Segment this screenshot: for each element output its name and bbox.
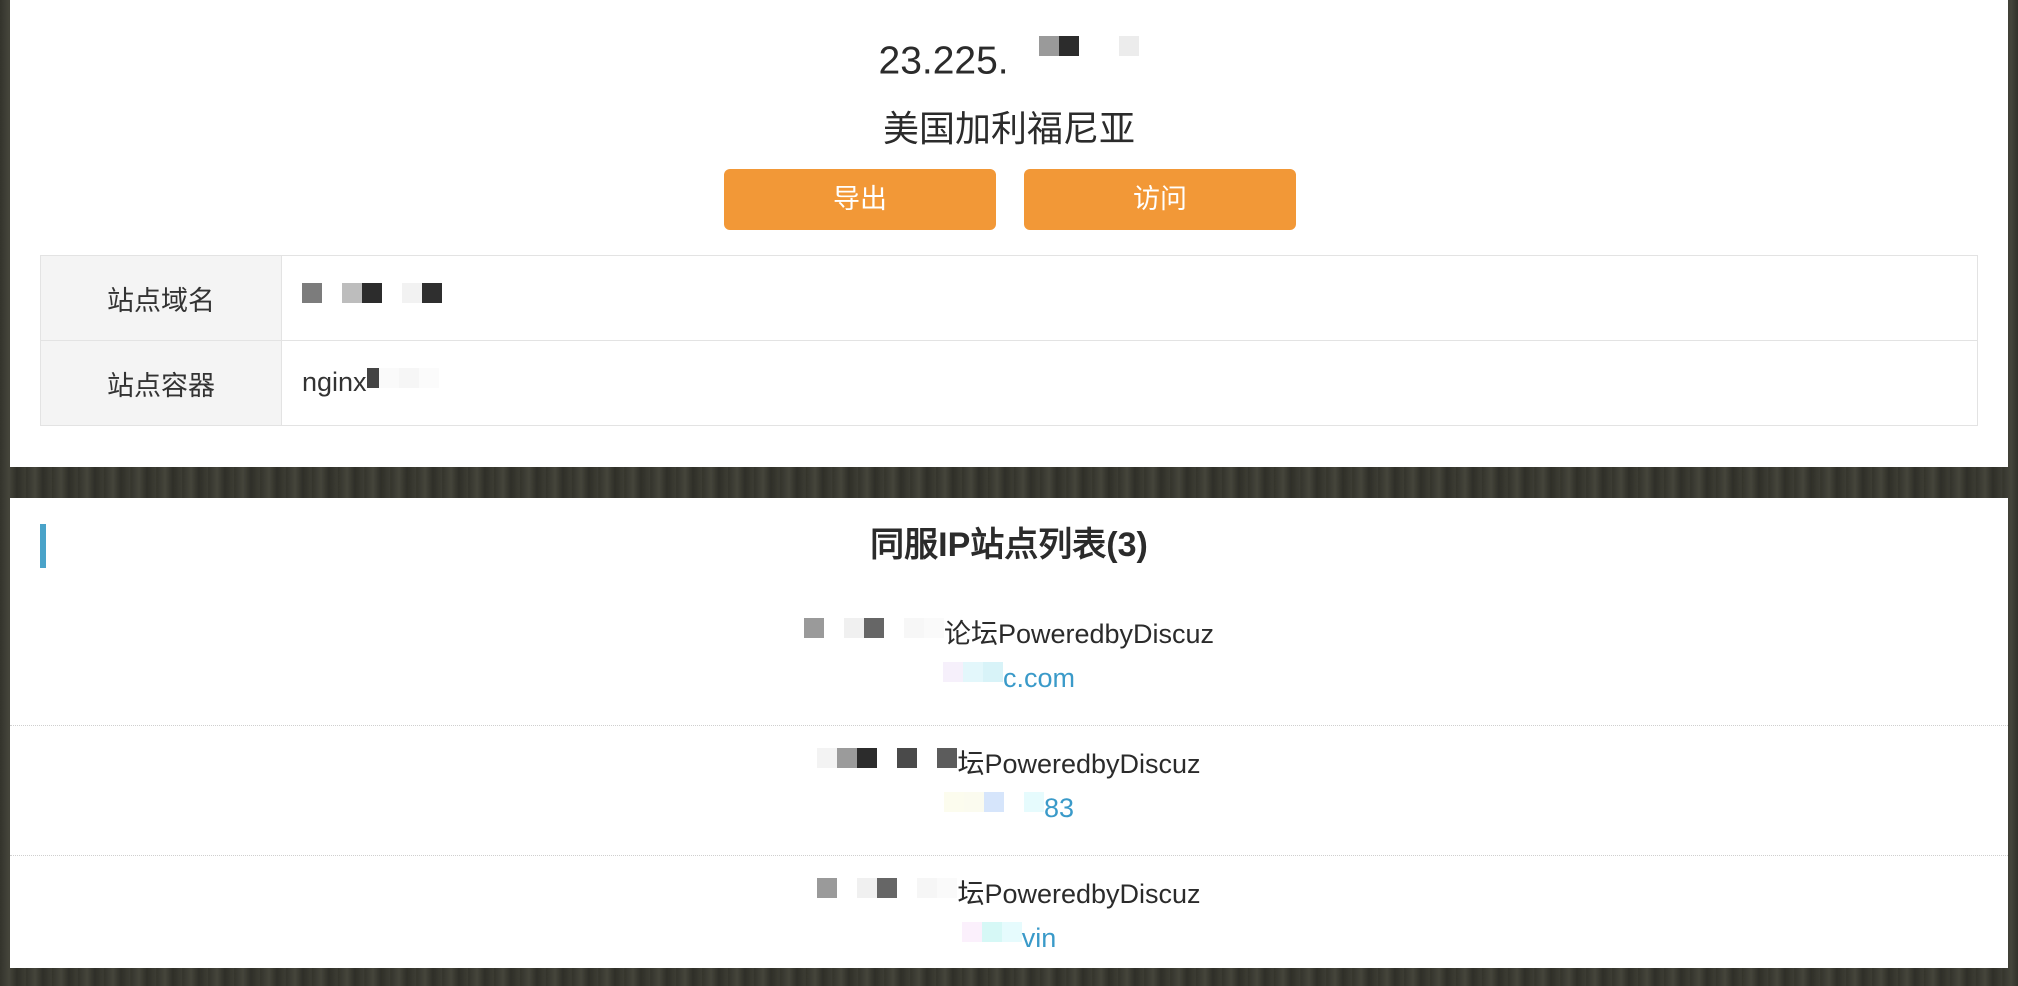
visit-button[interactable]: 访问 bbox=[1024, 169, 1296, 230]
ip-info-panel: 23.225. 美国加利福尼亚 导出 访问 站点域名 站点容器 nginx bbox=[10, 0, 2008, 467]
list-item[interactable]: 论坛PoweredbyDiscuz c.com bbox=[10, 596, 2008, 726]
ip-address: 23.225. bbox=[10, 34, 2008, 86]
site-title-text: 论坛PoweredbyDiscuz bbox=[943, 619, 1215, 649]
redacted-domain bbox=[302, 283, 442, 314]
same-ip-panel: 同服IP站点列表(3) 论坛PoweredbyDiscuz c.com 坛Pow… bbox=[10, 498, 2008, 968]
site-url-text: c.com bbox=[1002, 663, 1075, 693]
ip-location: 美国加利福尼亚 bbox=[882, 108, 1135, 149]
domain-value bbox=[281, 255, 1978, 341]
site-info-table: 站点域名 站点容器 nginx bbox=[40, 255, 1978, 426]
redacted-site-name bbox=[803, 617, 944, 654]
redacted-site-name bbox=[817, 747, 958, 784]
site-title[interactable]: 坛PoweredbyDiscuz bbox=[10, 746, 2008, 784]
site-url-text: vin bbox=[1021, 923, 1057, 953]
site-title[interactable]: 论坛PoweredbyDiscuz bbox=[10, 616, 2008, 654]
list-item[interactable]: 坛PoweredbyDiscuz vin bbox=[10, 856, 2008, 986]
site-url-text: 83 bbox=[1043, 793, 1075, 823]
redacted-ip-suffix bbox=[1019, 35, 1140, 88]
container-value: nginx bbox=[281, 340, 1978, 426]
site-url[interactable]: c.com bbox=[10, 660, 2008, 698]
site-title-text: 坛PoweredbyDiscuz bbox=[957, 879, 1201, 909]
redacted-container-version bbox=[366, 368, 439, 399]
list-item[interactable]: 坛PoweredbyDiscuz 83 bbox=[10, 726, 2008, 856]
site-url[interactable]: 83 bbox=[10, 790, 2008, 828]
container-label: 站点容器 bbox=[40, 340, 282, 426]
container-value-text: nginx bbox=[302, 366, 367, 397]
ip-address-visible: 23.225. bbox=[878, 39, 1009, 83]
redacted-site-url bbox=[961, 921, 1022, 958]
export-button[interactable]: 导出 bbox=[724, 169, 996, 230]
redacted-site-name bbox=[817, 877, 958, 914]
site-title[interactable]: 坛PoweredbyDiscuz bbox=[10, 876, 2008, 914]
redacted-site-url bbox=[942, 661, 1003, 698]
site-title-text: 坛PoweredbyDiscuz bbox=[957, 749, 1201, 779]
domain-label: 站点域名 bbox=[40, 255, 282, 341]
container-row: 站点容器 nginx bbox=[40, 340, 1978, 426]
redacted-site-url bbox=[943, 791, 1044, 828]
site-url[interactable]: vin bbox=[10, 920, 2008, 958]
domain-row: 站点域名 bbox=[40, 255, 1978, 341]
same-ip-section-title: 同服IP站点列表(3) bbox=[870, 526, 1148, 564]
